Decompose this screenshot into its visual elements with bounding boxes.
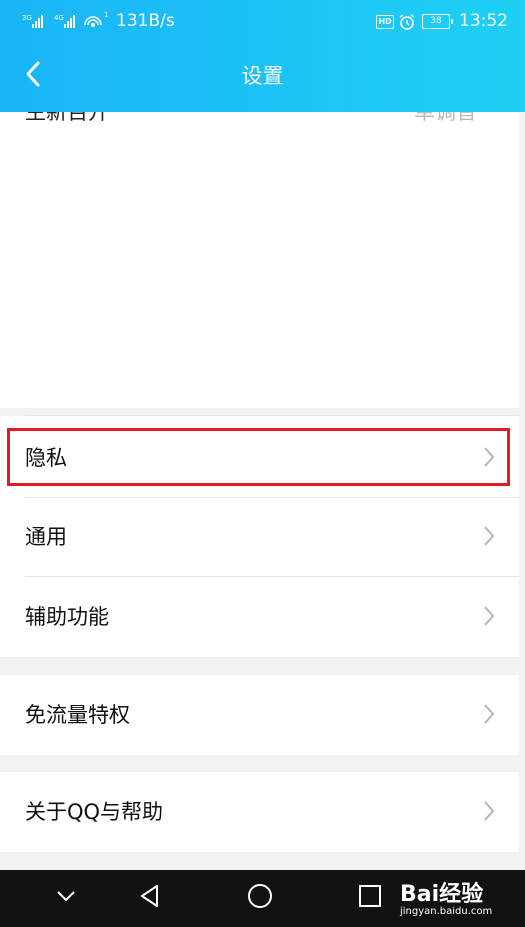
chevron-right-icon xyxy=(484,526,495,546)
chevron-right-icon xyxy=(484,801,495,821)
menu-item-about-help[interactable]: 关于QQ与帮助 xyxy=(0,772,519,852)
status-bar: 3G 4G 1 131B/s HD 38 13:52 xyxy=(0,0,525,44)
hotspot-icon xyxy=(84,16,102,27)
back-triangle-icon[interactable] xyxy=(136,882,164,910)
divider xyxy=(25,415,519,416)
menu-item-accessibility[interactable]: 辅助功能 xyxy=(0,577,519,657)
signal-bars-1-icon xyxy=(32,14,43,28)
recents-square-icon[interactable] xyxy=(356,882,384,910)
signal-bars-2-icon xyxy=(64,14,75,28)
partial-row-value: 单调音 xyxy=(414,112,477,122)
hotspot-count: 1 xyxy=(104,11,109,19)
page-title: 设置 xyxy=(241,64,284,88)
alarm-icon xyxy=(399,14,415,30)
baidu-watermark: Bai经验 jingyan.baidu.com xyxy=(400,876,492,917)
clock: 13:52 xyxy=(459,11,508,31)
menu-item-free-data[interactable]: 免流量特权 xyxy=(0,675,519,755)
top-panel xyxy=(0,112,519,408)
menu-item-label: 辅助功能 xyxy=(25,605,109,629)
menu-item-general[interactable]: 通用 xyxy=(0,497,519,577)
network-speed: 131B/s xyxy=(116,11,175,31)
partial-row-label: 主新百开 xyxy=(25,112,109,122)
home-circle-icon[interactable] xyxy=(246,882,274,910)
chevron-right-icon xyxy=(484,606,495,626)
menu-item-label: 关于QQ与帮助 xyxy=(25,800,164,824)
watermark-brand: Bai经验 xyxy=(400,882,484,907)
signal-type-2: 4G xyxy=(54,14,64,22)
hd-badge: HD xyxy=(376,15,394,29)
battery-indicator: 38 xyxy=(422,14,453,29)
chevron-down-icon[interactable] xyxy=(52,882,80,910)
chevron-right-icon xyxy=(484,704,495,724)
edge xyxy=(519,112,525,408)
watermark-url: jingyan.baidu.com xyxy=(400,906,493,917)
menu-item-label: 免流量特权 xyxy=(25,703,130,727)
partial-row-clip: 主新百开 单调音 xyxy=(0,112,519,122)
highlight-box xyxy=(7,428,510,486)
menu-item-label: 通用 xyxy=(25,525,67,549)
signal-type-1: 3G xyxy=(22,14,32,22)
